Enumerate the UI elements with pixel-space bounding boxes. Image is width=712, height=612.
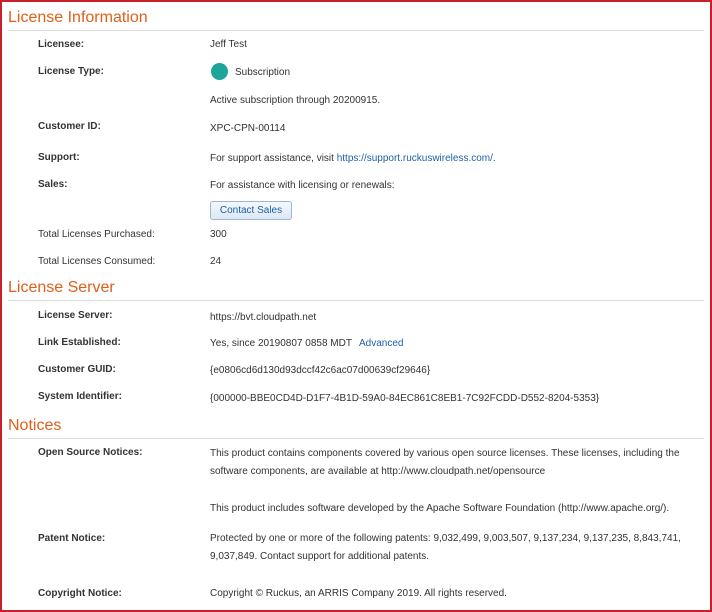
section-divider <box>8 30 704 31</box>
patent-notice-text: Protected by one or more of the followin… <box>210 533 681 562</box>
customer-id-value: XPC-CPN-00114 <box>210 123 286 134</box>
customer-guid-value: {e0806cd6d130d93dccf42c6ac07d00639cf2964… <box>210 365 431 376</box>
total-consumed-label: Total Licenses Consumed: <box>38 256 156 267</box>
licensee-value: Jeff Test <box>210 39 247 50</box>
patent-notice-label: Patent Notice: <box>38 533 106 544</box>
system-identifier-label: System Identifier: <box>38 391 122 402</box>
link-established-label: Link Established: <box>38 337 121 348</box>
section-title-notices: Notices <box>8 417 62 434</box>
sales-label: Sales: <box>38 179 68 190</box>
total-purchased-label: Total Licenses Purchased: <box>38 229 155 240</box>
open-source-text: This product contains components covered… <box>210 448 680 477</box>
customer-id-label: Customer ID: <box>38 121 101 132</box>
license-server-label: License Server: <box>38 310 113 321</box>
support-prefix: For support assistance, visit <box>210 153 337 164</box>
license-server-value: https://bvt.cloudpath.net <box>210 312 317 323</box>
license-page: License Information Licensee: Jeff Test … <box>0 0 712 612</box>
subscription-status-icon <box>211 63 228 80</box>
open-source-label: Open Source Notices: <box>38 447 143 458</box>
customer-guid-label: Customer GUID: <box>38 364 116 375</box>
total-consumed-value: 24 <box>210 256 222 267</box>
total-purchased-value: 300 <box>210 229 227 240</box>
advanced-link[interactable]: Advanced <box>359 338 403 349</box>
apache-notice-text: This product includes software developed… <box>210 503 670 514</box>
link-established-value: Yes, since 20190807 0858 MDT <box>210 338 352 349</box>
copyright-notice-text: Copyright © Ruckus, an ARRIS Company 201… <box>210 588 507 599</box>
section-title-license-server: License Server <box>8 279 115 296</box>
licensee-label: Licensee: <box>38 39 85 50</box>
subscription-note: Active subscription through 20200915. <box>210 95 381 106</box>
system-identifier-value: {000000-BBE0CD4D-D1F7-4B1D-59A0-84EC861C… <box>210 393 600 404</box>
section-divider <box>8 300 704 301</box>
copyright-notice-label: Copyright Notice: <box>38 588 122 599</box>
support-link[interactable]: https://support.ruckuswireless.com/ <box>337 153 493 164</box>
contact-sales-button[interactable]: Contact Sales <box>210 201 292 220</box>
support-label: Support: <box>38 152 80 163</box>
section-title-license-information: License Information <box>8 9 148 26</box>
support-suffix: . <box>492 153 496 164</box>
section-divider <box>8 438 704 439</box>
license-type-label: License Type: <box>38 66 104 77</box>
sales-text: For assistance with licensing or renewal… <box>210 180 395 191</box>
support-text: For support assistance, visit https://su… <box>210 153 496 164</box>
license-type-value: Subscription <box>235 67 291 78</box>
